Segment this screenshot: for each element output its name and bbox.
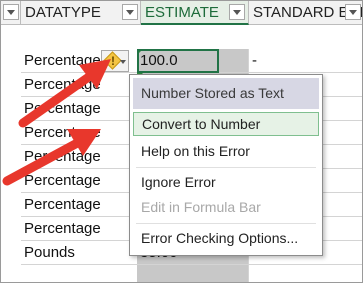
annotation-arrow-upper xyxy=(18,59,111,128)
annotation-arrow-lower xyxy=(2,129,101,186)
spreadsheet-frame: DATATYPE ESTIMATE STANDARD ERR Percentag… xyxy=(0,0,363,283)
annotation-arrows xyxy=(2,59,111,186)
